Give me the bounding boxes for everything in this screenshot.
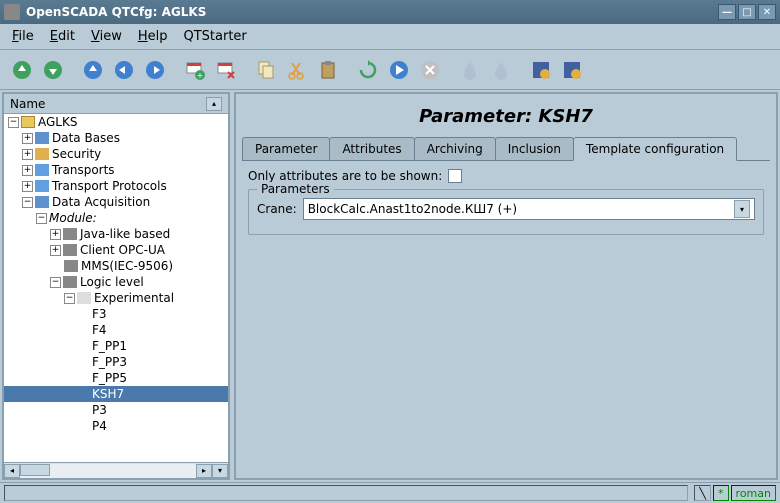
tab-bar: Parameter Attributes Archiving Inclusion… [242, 137, 770, 161]
expand-icon[interactable]: + [22, 149, 33, 160]
collapse-icon[interactable]: − [22, 197, 33, 208]
main-area: Name ▴ −AGLKS +Data Bases +Security +Tra… [0, 90, 780, 482]
crane-label: Crane: [257, 202, 297, 216]
status-resize-icon[interactable]: ╲ [694, 485, 711, 501]
only-attrs-label: Only attributes are to be shown: [248, 169, 442, 183]
expand-icon[interactable]: + [22, 181, 33, 192]
menu-edit[interactable]: Edit [42, 26, 83, 47]
tree-experimental[interactable]: −Experimental [4, 290, 228, 306]
tree-logic-level[interactable]: −Logic level [4, 274, 228, 290]
tool-nav-back-icon[interactable] [110, 56, 138, 84]
tree-body[interactable]: −AGLKS +Data Bases +Security +Transports… [4, 114, 228, 462]
tree-item-fpp1[interactable]: F_PP1 [4, 338, 228, 354]
chevron-down-icon[interactable]: ▾ [734, 200, 750, 218]
tree-header-label: Name [10, 97, 206, 111]
scroll-left-icon[interactable]: ◂ [4, 464, 20, 478]
crane-value: BlockCalc.Anast1to2node.КШ7 (+) [308, 202, 734, 216]
tree-item-f3[interactable]: F3 [4, 306, 228, 322]
window-titlebar: OpenSCADA QTCfg: AGLKS — □ ✕ [0, 0, 780, 24]
menu-view[interactable]: View [83, 26, 130, 47]
tree-transports[interactable]: +Transports [4, 162, 228, 178]
tree-data-acquisition[interactable]: −Data Acquisition [4, 194, 228, 210]
menu-help[interactable]: Help [130, 26, 176, 47]
tab-content: Only attributes are to be shown: Paramet… [242, 161, 770, 472]
tool-droplet2-icon[interactable] [487, 56, 515, 84]
tool-save-green-icon[interactable] [39, 56, 67, 84]
status-indicator: * [713, 485, 729, 501]
parameters-fieldset: Parameters Crane: BlockCalc.Anast1to2nod… [248, 189, 764, 235]
app-icon [4, 4, 20, 20]
crane-select[interactable]: BlockCalc.Anast1to2node.КШ7 (+) ▾ [303, 198, 755, 220]
tool-remove-item-icon[interactable] [212, 56, 240, 84]
tree-item-fpp5[interactable]: F_PP5 [4, 370, 228, 386]
tool-add-item-icon[interactable]: + [181, 56, 209, 84]
tree-item-p4[interactable]: P4 [4, 418, 228, 434]
tree-mms[interactable]: MMS(IEC-9506) [4, 258, 228, 274]
content-panel: Parameter: KSH7 Parameter Attributes Arc… [234, 92, 778, 480]
tree-item-p3[interactable]: P3 [4, 402, 228, 418]
menu-qtstarter[interactable]: QTStarter [175, 26, 254, 47]
tree-item-ksh7[interactable]: KSH7 [4, 386, 228, 402]
tool-copy-icon[interactable] [252, 56, 280, 84]
tree-panel: Name ▴ −AGLKS +Data Bases +Security +Tra… [2, 92, 230, 480]
status-user[interactable]: roman [731, 485, 776, 501]
tab-template-configuration[interactable]: Template configuration [573, 137, 737, 161]
tree-java-like[interactable]: +Java-like based [4, 226, 228, 242]
tool-paste-icon[interactable] [314, 56, 342, 84]
status-message [4, 485, 688, 501]
menu-bar: File Edit View Help QTStarter [0, 24, 780, 50]
tree-transport-protocols[interactable]: +Transport Protocols [4, 178, 228, 194]
tree-item-f4[interactable]: F4 [4, 322, 228, 338]
window-title: OpenSCADA QTCfg: AGLKS [26, 5, 718, 19]
tree-opc-ua[interactable]: +Client OPC-UA [4, 242, 228, 258]
expand-icon[interactable]: + [50, 229, 61, 240]
collapse-icon[interactable]: − [50, 277, 61, 288]
tree-root[interactable]: −AGLKS [4, 114, 228, 130]
collapse-icon[interactable]: − [36, 213, 47, 224]
tree-header: Name ▴ [4, 94, 228, 114]
tool-module2-icon[interactable] [558, 56, 586, 84]
parameters-legend: Parameters [257, 182, 334, 196]
tab-parameter[interactable]: Parameter [242, 137, 330, 160]
tree-item-fpp3[interactable]: F_PP3 [4, 354, 228, 370]
page-title: Parameter: KSH7 [242, 100, 770, 137]
tab-archiving[interactable]: Archiving [414, 137, 496, 160]
tool-module1-icon[interactable] [527, 56, 555, 84]
expand-icon[interactable]: + [22, 165, 33, 176]
expand-icon[interactable]: + [22, 133, 33, 144]
tool-droplet-icon[interactable] [456, 56, 484, 84]
tree-security[interactable]: +Security [4, 146, 228, 162]
scroll-thumb[interactable] [20, 464, 50, 476]
close-button[interactable]: ✕ [758, 4, 776, 20]
tree-scroll-down-icon[interactable]: ▾ [212, 464, 228, 478]
minimize-button[interactable]: — [718, 4, 736, 20]
tool-nav-up-icon[interactable] [79, 56, 107, 84]
toolbar: + [0, 50, 780, 90]
svg-text:+: + [197, 71, 204, 80]
tool-stop-icon[interactable] [416, 56, 444, 84]
tree-module[interactable]: −Module: [4, 210, 228, 226]
maximize-button[interactable]: □ [738, 4, 756, 20]
tab-attributes[interactable]: Attributes [329, 137, 414, 160]
collapse-icon[interactable]: − [64, 293, 75, 304]
only-attrs-checkbox[interactable] [448, 169, 462, 183]
tool-refresh-icon[interactable] [354, 56, 382, 84]
tree-databases[interactable]: +Data Bases [4, 130, 228, 146]
menu-file[interactable]: File [4, 26, 42, 47]
tree-scroll-up-icon[interactable]: ▴ [206, 97, 222, 111]
tab-inclusion[interactable]: Inclusion [495, 137, 574, 160]
scroll-right-icon[interactable]: ▸ [196, 464, 212, 478]
expand-icon[interactable]: + [50, 245, 61, 256]
status-bar: ╲ * roman [0, 482, 780, 503]
tool-nav-forward-icon[interactable] [141, 56, 169, 84]
tool-up-green-icon[interactable] [8, 56, 36, 84]
tree-hscrollbar[interactable]: ◂ ▸ ▾ [4, 462, 228, 478]
tool-cut-icon[interactable] [283, 56, 311, 84]
collapse-icon[interactable]: − [8, 117, 19, 128]
tool-run-icon[interactable] [385, 56, 413, 84]
